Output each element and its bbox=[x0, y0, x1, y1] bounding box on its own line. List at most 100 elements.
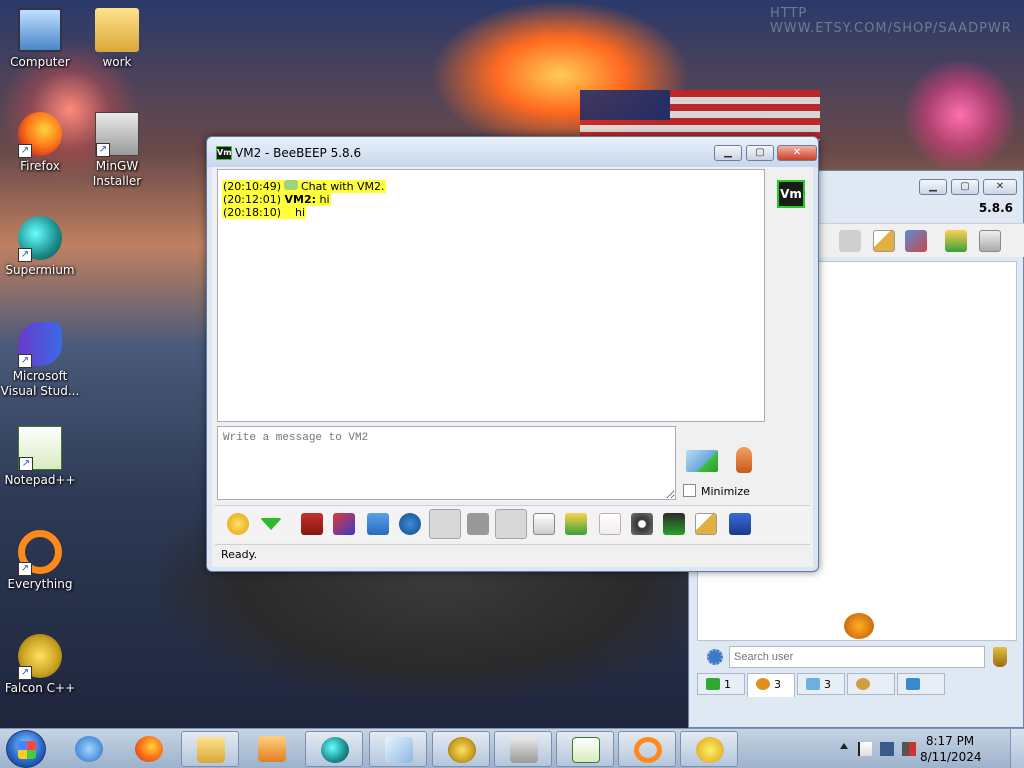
desktop-icon-everything[interactable]: ↗ Everything bbox=[0, 530, 80, 592]
clear-search-icon[interactable] bbox=[993, 647, 1007, 667]
taskbar-internet-explorer[interactable] bbox=[60, 731, 118, 767]
chat-message: (20:10:49) Chat with VM2. bbox=[222, 180, 386, 193]
html-code-icon[interactable] bbox=[599, 513, 621, 535]
desktop-icon-label: Supermium bbox=[5, 263, 75, 277]
groups-icon bbox=[856, 678, 870, 690]
action-center-flag-icon[interactable] bbox=[858, 742, 872, 756]
taskbar-beebeep[interactable] bbox=[680, 731, 738, 767]
network-icon bbox=[906, 678, 920, 690]
settings-gear-icon[interactable] bbox=[399, 513, 421, 535]
send-file-icon[interactable] bbox=[565, 513, 587, 535]
tools-icon[interactable] bbox=[905, 230, 927, 252]
chat-window-titlebar[interactable]: Vm VM2 - BeeBEEP 5.8.6 ▁ ▢ ✕ bbox=[207, 137, 818, 167]
taskbar: 8:17 PM 8/11/2024 bbox=[0, 728, 1024, 768]
desktop-icon-label: Microsoft Visual Stud... bbox=[0, 369, 80, 398]
desktop-icon-visual-studio[interactable]: ↗ Microsoft Visual Stud... bbox=[0, 322, 80, 399]
wallpaper-firework bbox=[900, 60, 1020, 170]
microphone-icon[interactable] bbox=[736, 447, 752, 473]
network-icon[interactable] bbox=[880, 742, 894, 756]
taskbar-everything[interactable] bbox=[618, 731, 676, 767]
edit-note-icon[interactable] bbox=[695, 513, 717, 535]
taskbar-explorer[interactable] bbox=[181, 731, 239, 767]
screenshot-icon[interactable] bbox=[631, 513, 653, 535]
close-button[interactable]: ✕ bbox=[983, 179, 1017, 195]
emoticon-icon[interactable] bbox=[227, 513, 249, 535]
word-completer-icon[interactable] bbox=[467, 513, 489, 535]
trash-icon[interactable] bbox=[979, 230, 1001, 252]
minimize-button[interactable]: ▁ bbox=[919, 179, 947, 195]
spellcheck-icon[interactable] bbox=[429, 509, 461, 539]
desktop-icon-computer[interactable]: Computer bbox=[0, 8, 80, 70]
status-bar: Ready. bbox=[215, 544, 810, 564]
maximize-button[interactable]: ▢ bbox=[746, 145, 774, 161]
send-icon[interactable] bbox=[686, 450, 718, 472]
desktop-icon-label: Falcon C++ bbox=[4, 681, 76, 695]
user-avatar[interactable]: Vm bbox=[777, 180, 805, 208]
tab-users[interactable]: 3 bbox=[747, 673, 795, 697]
message-input[interactable] bbox=[217, 426, 676, 500]
shortcut-arrow-icon: ↗ bbox=[96, 143, 110, 157]
falcon-cpp-icon bbox=[448, 737, 476, 763]
minimize-label: Minimize bbox=[701, 485, 750, 498]
gear-icon[interactable] bbox=[707, 649, 723, 665]
mingw-installer-icon: ↗ bbox=[95, 112, 139, 157]
font-color-icon[interactable] bbox=[333, 513, 355, 535]
tab-groups[interactable] bbox=[847, 673, 895, 695]
desktop-icon-falcon-cpp[interactable]: ↗ Falcon C++ bbox=[0, 634, 80, 696]
taskbar-media-player[interactable] bbox=[243, 731, 301, 767]
minimize-checkbox[interactable] bbox=[683, 484, 696, 497]
share-file-icon[interactable] bbox=[945, 230, 967, 252]
maximize-button[interactable]: ▢ bbox=[951, 179, 979, 195]
font-icon[interactable] bbox=[301, 513, 323, 535]
falcon-cpp-icon: ↗ bbox=[18, 634, 62, 680]
group-icon[interactable] bbox=[839, 230, 861, 252]
desktop-icon-mingw[interactable]: ↗ MinGW Installer bbox=[77, 112, 157, 189]
notepad-plus-plus-icon: ↗ bbox=[18, 426, 62, 471]
show-desktop-button[interactable] bbox=[1010, 729, 1024, 768]
minimize-button[interactable]: ▁ bbox=[714, 145, 742, 161]
shortcut-arrow-icon: ↗ bbox=[18, 248, 32, 262]
desktop-icon-label: MinGW Installer bbox=[92, 159, 142, 188]
taskbar-falcon-cpp[interactable] bbox=[432, 731, 490, 767]
tab-messages[interactable]: 3 bbox=[797, 673, 845, 695]
taskbar-supermium[interactable] bbox=[305, 731, 363, 767]
taskbar-mingw[interactable] bbox=[494, 731, 552, 767]
tab-network[interactable] bbox=[897, 673, 945, 695]
desktop-icon-label: Notepad++ bbox=[4, 473, 76, 487]
media-player-icon bbox=[258, 736, 286, 762]
visual-studio-icon: ↗ bbox=[18, 322, 62, 368]
taskbar-notepad-plus-plus[interactable] bbox=[556, 731, 614, 767]
save-chat-icon[interactable] bbox=[533, 513, 555, 535]
chevron-down-icon[interactable] bbox=[260, 518, 282, 530]
everything-search-icon bbox=[634, 737, 662, 763]
chat-window[interactable]: Vm VM2 - BeeBEEP 5.8.6 ▁ ▢ ✕ (20:10:49) C… bbox=[206, 136, 819, 572]
desktop-icon-firefox[interactable]: ↗ Firefox bbox=[0, 112, 80, 174]
edit-profile-icon[interactable] bbox=[873, 230, 895, 252]
volume-muted-icon[interactable] bbox=[902, 742, 916, 756]
supermium-icon: ↗ bbox=[18, 216, 62, 262]
desktop-icon-notepad-plus-plus[interactable]: ↗ Notepad++ bbox=[0, 426, 80, 488]
users-icon bbox=[844, 613, 874, 639]
save-icon[interactable] bbox=[729, 513, 751, 535]
search-user-input[interactable] bbox=[729, 646, 985, 668]
shortcut-arrow-icon: ↗ bbox=[18, 144, 32, 158]
close-button[interactable]: ✕ bbox=[777, 145, 817, 161]
desktop-icon-supermium[interactable]: ↗ Supermium bbox=[0, 216, 80, 278]
screen-icon[interactable] bbox=[663, 513, 685, 535]
notepad-plus-plus-icon bbox=[572, 737, 600, 763]
filter-icon[interactable] bbox=[367, 513, 389, 535]
clock[interactable]: 8:17 PM 8/11/2024 bbox=[920, 733, 982, 765]
start-button[interactable] bbox=[6, 730, 46, 768]
taskbar-notes[interactable] bbox=[369, 731, 427, 767]
show-hidden-icons-icon[interactable] bbox=[840, 743, 848, 749]
chat-window-body: (20:10:49) Chat with VM2. (20:12:01) VM2:… bbox=[212, 167, 813, 567]
taskbar-firefox[interactable] bbox=[120, 731, 178, 767]
chat-history[interactable]: (20:10:49) Chat with VM2. (20:12:01) VM2:… bbox=[217, 169, 765, 422]
messages-icon bbox=[806, 678, 820, 690]
tab-chats[interactable]: 1 bbox=[697, 673, 745, 695]
chat-toolbar bbox=[215, 505, 810, 541]
note-icon[interactable] bbox=[495, 509, 527, 539]
chat-window-title: VM2 - BeeBEEP 5.8.6 bbox=[235, 146, 362, 160]
desktop-icon-work[interactable]: work bbox=[77, 8, 157, 70]
desktop-icon-label: Firefox bbox=[20, 159, 60, 173]
